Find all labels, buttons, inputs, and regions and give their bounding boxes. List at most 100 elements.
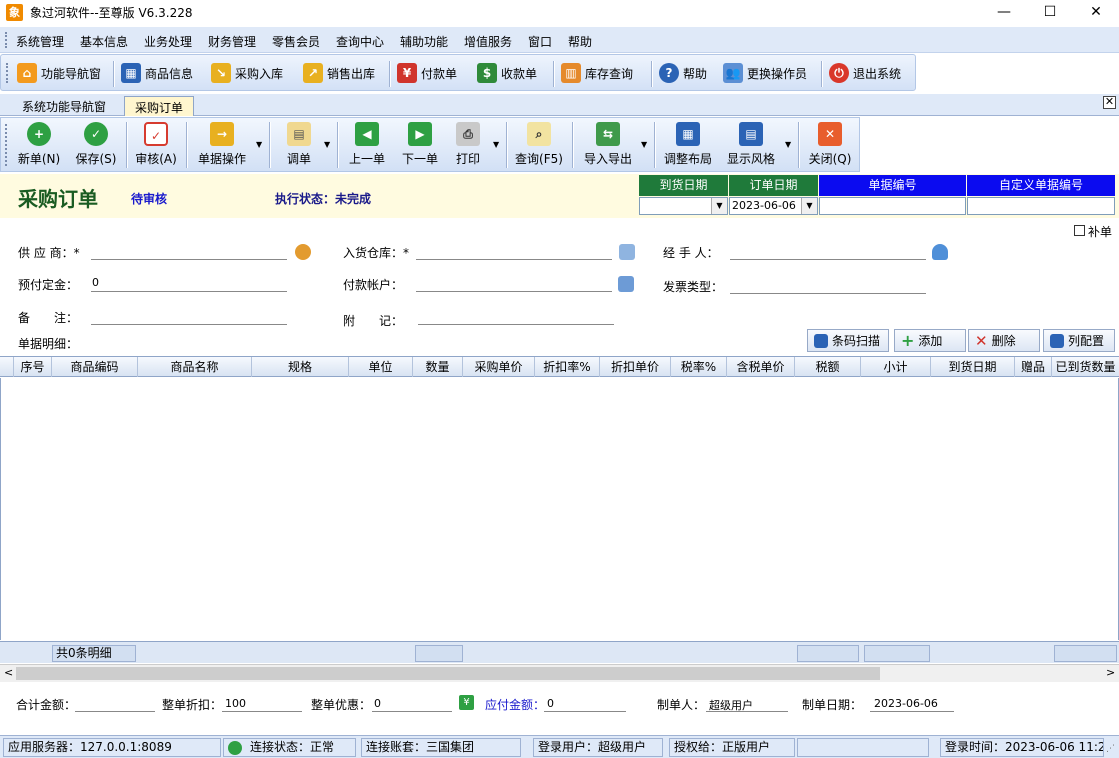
detail-grid-body[interactable] (0, 378, 1119, 640)
remark-field[interactable] (91, 324, 287, 325)
product-info-button[interactable]: ▦ 商品信息 (117, 60, 197, 86)
menu-query[interactable]: 查询中心 (336, 33, 384, 50)
order-offer-value[interactable]: 0 (374, 697, 381, 710)
minimize-button[interactable]: — (981, 0, 1027, 26)
col-discount-rate[interactable]: 折扣率% (535, 357, 600, 377)
order-date-picker[interactable]: 2023-06-06 ▼ (729, 197, 818, 215)
handler-field[interactable] (730, 259, 926, 260)
menu-help[interactable]: 帮助 (568, 33, 592, 50)
arrival-date-picker[interactable]: ▼ (639, 197, 728, 215)
scroll-left-icon[interactable]: < (4, 666, 13, 679)
invoice-type-field[interactable] (730, 293, 926, 294)
account-lookup-icon[interactable] (618, 276, 634, 292)
toolbar-separator (553, 61, 554, 87)
import-export-button[interactable]: ⇆ 导入导出 (577, 122, 639, 170)
tab-purchase-order[interactable]: 采购订单 (124, 96, 195, 116)
col-tax-incl-price[interactable]: 含税单价 (727, 357, 795, 377)
execution-status: 执行状态：未完成 (275, 192, 372, 206)
empty-status-cell (797, 738, 929, 757)
barcode-scan-button[interactable]: 条码扫描 (807, 329, 889, 352)
supplement-checkbox[interactable] (1074, 225, 1085, 236)
close-doc-button[interactable]: ✕ 关闭(Q) (804, 122, 856, 170)
column-config-button[interactable]: 列配置 (1043, 329, 1115, 352)
doc-operation-button[interactable]: → 单据操作 (191, 122, 253, 170)
col-tax-amount[interactable]: 税额 (795, 357, 861, 377)
import-export-dropdown-icon[interactable]: ▼ (641, 140, 647, 149)
resize-grip-icon[interactable]: ⋰ (1106, 744, 1115, 754)
order-discount-value[interactable]: 100 (225, 697, 246, 710)
warehouse-lookup-icon[interactable] (619, 244, 635, 260)
menu-value-added[interactable]: 增值服务 (464, 33, 512, 50)
col-unit[interactable]: 单位 (349, 357, 413, 377)
total-amount-field[interactable] (75, 711, 155, 712)
warehouse-field[interactable] (416, 259, 612, 260)
scrollbar-thumb[interactable] (16, 667, 880, 680)
deposit-value[interactable]: 0 (92, 276, 99, 289)
menu-retail[interactable]: 零售会员 (272, 33, 320, 50)
display-style-button[interactable]: ▤ 显示风格 (723, 122, 779, 170)
adjust-layout-button[interactable]: ▦ 调整布局 (660, 122, 716, 170)
col-product-name[interactable]: 商品名称 (138, 357, 252, 377)
prev-doc-button[interactable]: ◀ 上一单 (342, 122, 392, 170)
help-button[interactable]: ? 帮助 (655, 60, 711, 86)
order-offer-field[interactable] (372, 711, 452, 712)
scroll-right-icon[interactable]: > (1106, 666, 1115, 679)
save-button[interactable]: ✓ 保存(S) (71, 122, 121, 170)
col-arrival-date[interactable]: 到货日期 (931, 357, 1015, 377)
maximize-button[interactable]: ☐ (1027, 0, 1073, 26)
sales-out-button[interactable]: ↗ 销售出库 (299, 60, 379, 86)
doc-number-field[interactable] (819, 197, 966, 215)
print-button[interactable]: ⎙ 打印 (451, 122, 485, 170)
approve-button[interactable]: ✓ 审核(A) (131, 122, 181, 170)
supplier-field[interactable] (91, 259, 287, 260)
stock-query-button[interactable]: ▥ 库存查询 (557, 60, 637, 86)
col-subtotal[interactable]: 小计 (861, 357, 931, 377)
toolbar-grip (6, 63, 9, 83)
new-button[interactable]: + 新单(N) (15, 122, 63, 170)
print-dropdown-icon[interactable]: ▼ (493, 140, 499, 149)
col-seq[interactable]: 序号 (14, 357, 52, 377)
chevron-down-icon[interactable]: ▼ (711, 198, 727, 214)
col-arrived-qty[interactable]: 已到货数量 (1052, 357, 1119, 377)
note-field[interactable] (418, 324, 614, 325)
toolbar-separator (113, 61, 114, 87)
close-window-button[interactable]: ✕ (1073, 0, 1119, 26)
switch-operator-button[interactable]: 👥 更换操作员 (719, 60, 811, 86)
menu-business[interactable]: 业务处理 (144, 33, 192, 50)
deposit-field[interactable] (91, 291, 287, 292)
menu-basic-info[interactable]: 基本信息 (80, 33, 128, 50)
transfer-dropdown-icon[interactable]: ▼ (324, 140, 330, 149)
payment-button[interactable]: ¥ 付款单 (393, 60, 461, 86)
purchase-in-button[interactable]: ↘ 采购入库 (207, 60, 287, 86)
transfer-button[interactable]: ▤ 调单 (277, 122, 321, 170)
display-style-dropdown-icon[interactable]: ▼ (785, 140, 791, 149)
col-product-code[interactable]: 商品编码 (52, 357, 138, 377)
menu-assist[interactable]: 辅助功能 (400, 33, 448, 50)
order-discount-field[interactable] (222, 711, 302, 712)
add-row-button[interactable]: + 添加 (894, 329, 966, 352)
receipt-button[interactable]: $ 收款单 (473, 60, 541, 86)
col-qty[interactable]: 数量 (413, 357, 463, 377)
tab-nav-window[interactable]: 系统功能导航窗 (12, 96, 116, 116)
chevron-down-icon[interactable]: ▼ (801, 198, 817, 214)
col-purchase-price[interactable]: 采购单价 (463, 357, 535, 377)
plus-icon: + (27, 122, 51, 146)
menu-finance[interactable]: 财务管理 (208, 33, 256, 50)
menu-window[interactable]: 窗口 (528, 33, 552, 50)
col-tax-rate[interactable]: 税率% (671, 357, 727, 377)
menu-system[interactable]: 系统管理 (16, 33, 64, 50)
person-icon[interactable] (932, 244, 948, 260)
nav-window-button[interactable]: ⌂ 功能导航窗 (13, 60, 105, 86)
col-gift[interactable]: 赠品 (1015, 357, 1052, 377)
next-doc-button[interactable]: ▶ 下一单 (395, 122, 445, 170)
col-discount-price[interactable]: 折扣单价 (600, 357, 671, 377)
exit-system-button[interactable]: ⏻ 退出系统 (825, 60, 905, 86)
custom-doc-number-field[interactable] (967, 197, 1115, 215)
query-button[interactable]: ⌕ 查询(F5) (511, 122, 567, 170)
pay-account-field[interactable] (416, 291, 612, 292)
close-tab-icon[interactable]: ✕ (1103, 96, 1116, 109)
delete-row-button[interactable]: ✕ 删除 (968, 329, 1040, 352)
supplier-lookup-icon[interactable] (295, 244, 311, 260)
col-spec[interactable]: 规格 (252, 357, 349, 377)
doc-operation-dropdown-icon[interactable]: ▼ (256, 140, 262, 149)
